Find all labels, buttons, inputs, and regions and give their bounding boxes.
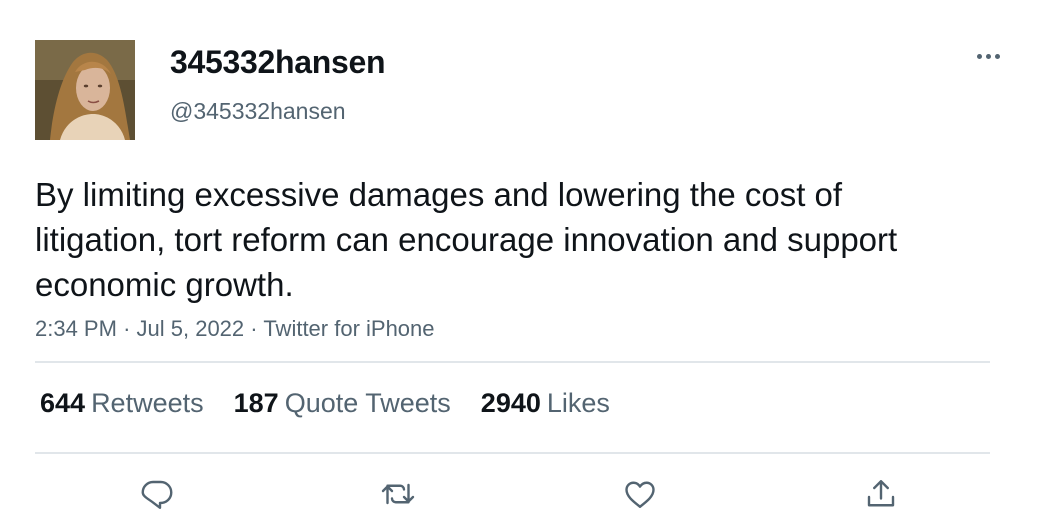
avatar[interactable] (35, 40, 135, 140)
likes-stat[interactable]: 2940 Likes (481, 388, 610, 419)
meta-separator: · (250, 316, 258, 341)
retweets-stat[interactable]: 644 Retweets (40, 388, 204, 419)
tweet-text: By limiting excessive damages and loweri… (35, 176, 898, 303)
likes-label: Likes (546, 388, 610, 418)
retweets-label: Retweets (91, 388, 204, 418)
reply-button[interactable] (137, 474, 177, 514)
display-name[interactable]: 345332hansen (170, 44, 386, 81)
quote-tweets-label: Quote Tweets (284, 388, 451, 418)
share-button[interactable] (861, 474, 901, 514)
more-options-button[interactable] (972, 44, 1004, 68)
tweet-stats: 644 Retweets 187 Quote Tweets 2940 Likes (40, 388, 640, 419)
tweet-source[interactable]: Twitter for iPhone (263, 316, 434, 341)
divider (35, 361, 990, 363)
retweet-button[interactable] (378, 474, 418, 514)
reply-icon (141, 480, 173, 509)
tweet-time[interactable]: 2:34 PM (35, 316, 117, 341)
heart-icon (625, 481, 655, 508)
user-handle[interactable]: @345332hansen (170, 98, 346, 125)
more-dot-icon (985, 53, 991, 59)
likes-count: 2940 (480, 388, 541, 418)
more-dot-icon (976, 53, 982, 59)
divider (35, 452, 990, 454)
quote-tweets-stat[interactable]: 187 Quote Tweets (234, 388, 451, 419)
like-button[interactable] (620, 474, 660, 514)
retweet-icon (381, 483, 415, 505)
quote-tweets-count: 187 (233, 388, 279, 418)
tweet-card: 345332hansen @345332hansen By limiting e… (0, 0, 1050, 525)
more-dot-icon (994, 53, 1000, 59)
retweets-count: 644 (40, 388, 86, 418)
tweet-date[interactable]: Jul 5, 2022 (137, 316, 245, 341)
avatar-image (35, 40, 135, 140)
meta-separator: · (123, 316, 131, 341)
share-icon (867, 480, 895, 507)
tweet-meta: 2:34 PM · Jul 5, 2022 · Twitter for iPho… (35, 316, 435, 342)
